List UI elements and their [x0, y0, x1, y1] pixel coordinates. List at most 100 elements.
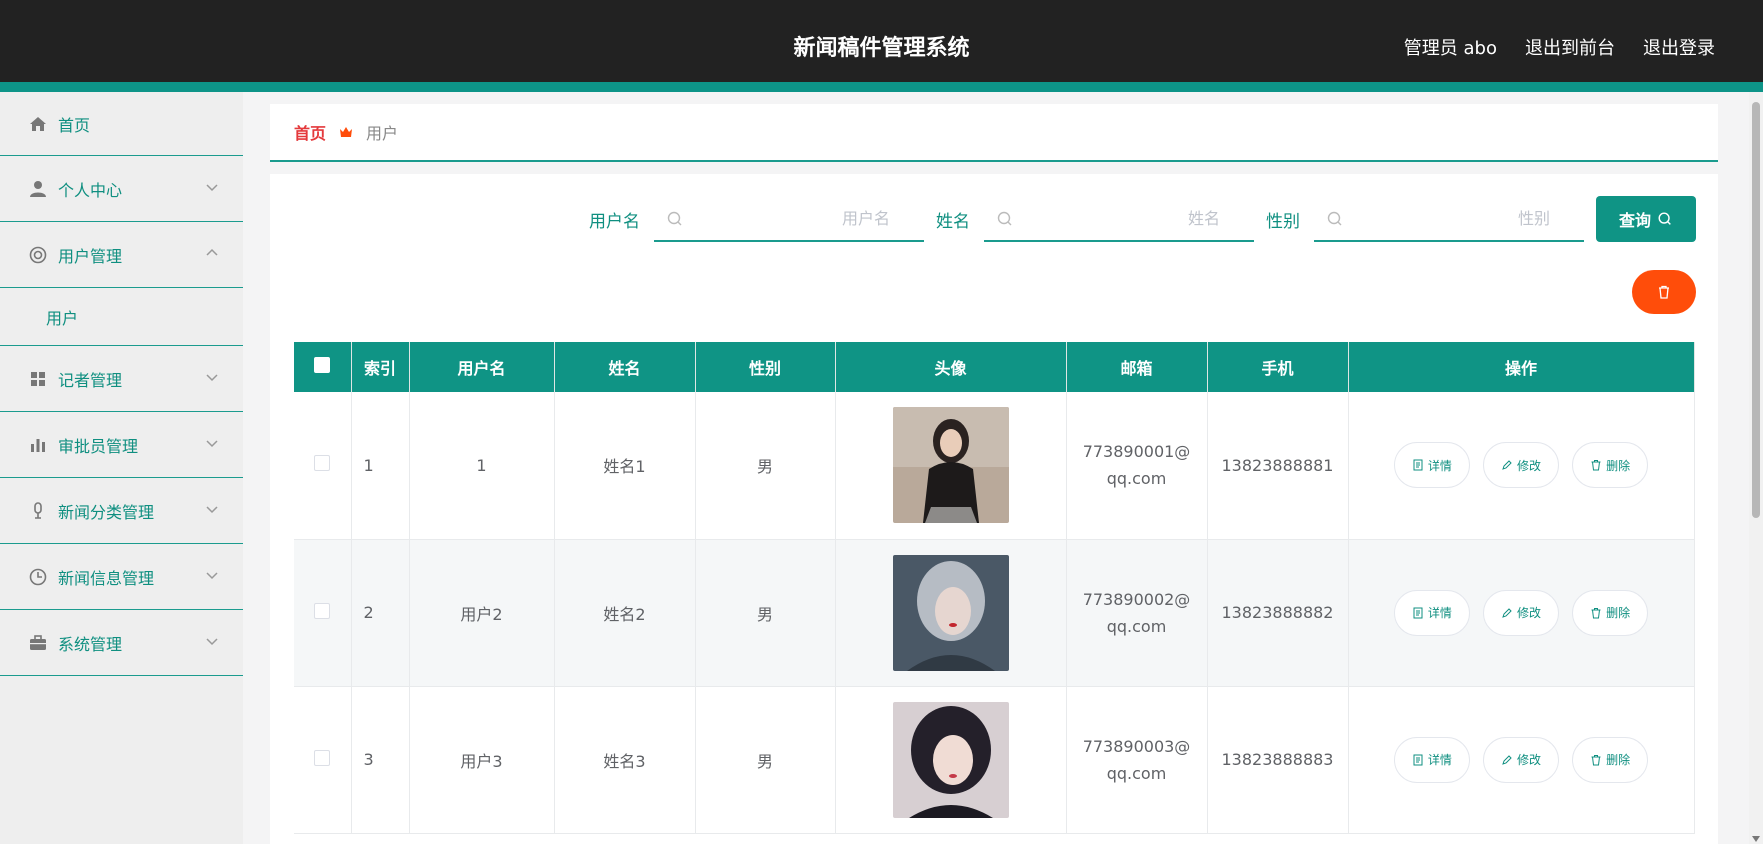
- sidebar-item-home[interactable]: 首页: [0, 92, 243, 156]
- detail-button[interactable]: 详情: [1393, 442, 1470, 489]
- home-icon: [28, 114, 48, 134]
- username-label: 用户名: [589, 211, 640, 232]
- column-header: 姓名: [554, 342, 696, 392]
- sidebar-item-news-info-management[interactable]: 新闻信息管理: [0, 544, 243, 610]
- detail-button[interactable]: 详情: [1393, 589, 1470, 636]
- column-header: 头像: [835, 342, 1067, 392]
- sidebar-subitem-users[interactable]: 用户: [0, 288, 243, 346]
- avatar-cell: [835, 686, 1067, 834]
- page-scrollbar[interactable]: [1749, 92, 1763, 844]
- phone-cell: 13823888882: [1207, 539, 1349, 687]
- document-icon: [1413, 607, 1423, 618]
- trash-icon: [1591, 754, 1601, 765]
- sidebar-item-label: 首页: [58, 115, 91, 135]
- sidebar-item-approver-management[interactable]: 审批员管理: [0, 412, 243, 478]
- trash-icon: [1659, 285, 1669, 299]
- avatar-cell: [835, 539, 1067, 687]
- query-button-label: 查询: [1618, 213, 1651, 230]
- search-icon: [1327, 211, 1342, 226]
- top-bar-accent: [0, 82, 1763, 92]
- table-header-row: 索引 用户名 姓名 性别 头像 邮箱 手机 操作: [294, 342, 1695, 392]
- username-cell: 用户3: [409, 686, 555, 834]
- admin-label[interactable]: 管理员 abo: [1404, 34, 1497, 60]
- breadcrumb-current: 用户: [366, 124, 399, 143]
- sidebar-item-label: 新闻分类管理: [58, 502, 155, 522]
- phone-cell: 13823888881: [1207, 392, 1349, 540]
- detail-button[interactable]: 详情: [1393, 736, 1470, 783]
- actions-cell: 详情 修改 删除: [1348, 686, 1695, 834]
- name-cell: 姓名2: [554, 539, 696, 687]
- row-checkbox[interactable]: [314, 749, 331, 766]
- email-cell: 773890002@qq.com: [1066, 539, 1208, 687]
- sidebar-item-system-management[interactable]: 系统管理: [0, 610, 243, 676]
- gender-search-field: [1314, 196, 1584, 242]
- top-actions: 管理员 abo 退出到前台 退出登录: [1404, 34, 1715, 60]
- chevron-down-icon: [206, 184, 218, 192]
- edit-button[interactable]: 修改: [1483, 736, 1559, 783]
- query-button[interactable]: 查询: [1596, 196, 1696, 242]
- select-all-checkbox[interactable]: [314, 357, 331, 373]
- edit-button[interactable]: 修改: [1483, 442, 1559, 489]
- trash-icon: [1591, 607, 1601, 618]
- microphone-icon: [28, 501, 48, 521]
- column-header: 邮箱: [1066, 342, 1208, 392]
- edit-label: 修改: [1516, 458, 1541, 473]
- table-row: 1 1 姓名1 男 773890001@qq.com 13823888881 详…: [294, 392, 1695, 540]
- column-header: 性别: [695, 342, 836, 392]
- name-input[interactable]: [984, 196, 1254, 240]
- gender-cell: 男: [695, 392, 836, 540]
- edit-label: 修改: [1516, 753, 1541, 767]
- row-checkbox[interactable]: [314, 455, 331, 472]
- column-header: 用户名: [409, 342, 555, 392]
- sidebar-item-personal-center[interactable]: 个人中心: [0, 156, 243, 222]
- sidebar-item-news-category-management[interactable]: 新闻分类管理: [0, 478, 243, 544]
- username-cell: 1: [409, 392, 555, 540]
- bar-chart-icon: [28, 435, 48, 455]
- delete-label: 删除: [1606, 606, 1631, 620]
- delete-button[interactable]: 删除: [1572, 442, 1649, 489]
- pencil-icon: [1502, 754, 1512, 765]
- edit-label: 修改: [1516, 606, 1541, 620]
- sidebar-item-label: 用户管理: [58, 246, 123, 266]
- email-cell: 773890003@qq.com: [1066, 686, 1208, 834]
- chevron-down-icon: [206, 572, 218, 580]
- batch-delete-button[interactable]: [1632, 270, 1696, 314]
- name-cell: 姓名1: [554, 392, 696, 540]
- username-input[interactable]: [654, 196, 924, 240]
- sidebar-item-label: 审批员管理: [58, 436, 139, 456]
- user-icon: [28, 179, 48, 199]
- search-icon: [1658, 212, 1671, 225]
- row-select-cell: [294, 392, 352, 540]
- table-row: 2 用户2 姓名2 男 773890002@qq.com 13823888882…: [294, 539, 1695, 687]
- delete-label: 删除: [1606, 458, 1631, 473]
- sidebar-item-label: 记者管理: [58, 370, 123, 390]
- edit-button[interactable]: 修改: [1483, 589, 1559, 636]
- back-to-front-link[interactable]: 退出到前台: [1525, 34, 1615, 60]
- delete-button[interactable]: 删除: [1572, 589, 1649, 636]
- search-form: 用户名 姓名 性别 查询: [589, 196, 1696, 242]
- sidebar-item-label: 新闻信息管理: [58, 568, 155, 588]
- gender-input[interactable]: [1314, 196, 1584, 240]
- search-icon: [667, 211, 682, 226]
- index-cell: 2: [351, 539, 410, 687]
- actions-cell: 详情 修改 删除: [1348, 539, 1695, 687]
- name-label: 姓名: [936, 211, 970, 232]
- scrollbar-thumb[interactable]: [1752, 102, 1760, 518]
- users-table: 索引 用户名 姓名 性别 头像 邮箱 手机 操作 1 1 姓名1 男 77389…: [294, 342, 1695, 834]
- logout-link[interactable]: 退出登录: [1643, 34, 1715, 60]
- sidebar-item-reporter-management[interactable]: 记者管理: [0, 346, 243, 412]
- gender-cell: 男: [695, 686, 836, 834]
- sidebar-item-user-management[interactable]: 用户管理: [0, 222, 243, 288]
- phone-cell: 13823888883: [1207, 686, 1349, 834]
- chevron-down-icon: [206, 440, 218, 448]
- briefcase-icon: [28, 633, 48, 653]
- scroll-down-arrow-icon[interactable]: [1752, 836, 1760, 842]
- detail-label: 详情: [1427, 458, 1452, 473]
- delete-button[interactable]: 删除: [1572, 736, 1649, 783]
- search-icon: [997, 211, 1012, 226]
- breadcrumb-home-link[interactable]: 首页: [294, 120, 326, 144]
- row-checkbox[interactable]: [314, 602, 331, 619]
- column-header: 手机: [1207, 342, 1349, 392]
- chevron-down-icon: [206, 638, 218, 646]
- sidebar-item-label: 个人中心: [58, 180, 123, 200]
